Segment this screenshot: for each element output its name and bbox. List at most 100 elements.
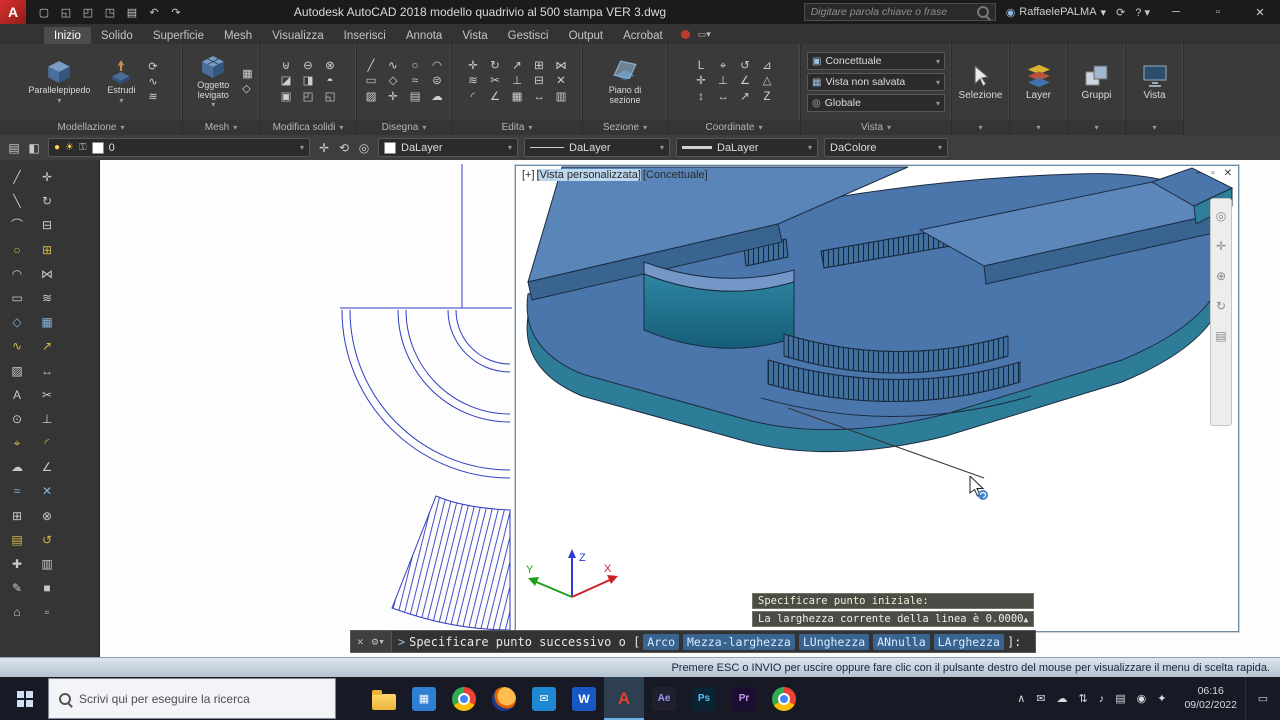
ucs-y-icon[interactable]: ↕ <box>694 91 709 104</box>
premiere-icon[interactable]: Pr <box>724 677 764 720</box>
command-option[interactable]: ANnulla <box>873 633 930 650</box>
tray-mail-icon[interactable]: ✉ <box>1036 692 1045 705</box>
ucs-origin-icon[interactable]: ⌖ <box>716 60 731 73</box>
sweep-icon[interactable]: ∿ <box>148 76 157 88</box>
polyline-tool-icon[interactable]: ∿ <box>8 337 26 355</box>
hatch-icon[interactable]: ▨ <box>364 91 379 104</box>
interference-icon[interactable]: ◱ <box>323 91 338 104</box>
user-menu[interactable]: ◉ RaffaelePALMA ▾ <box>1006 6 1106 19</box>
color-combo[interactable]: DaLayer ▾ <box>378 138 518 157</box>
extend-icon[interactable]: ⊥ <box>510 76 525 88</box>
command-close-icon[interactable]: ✕ <box>357 635 364 648</box>
point-tool-icon[interactable]: ⌖ <box>8 434 26 452</box>
plotstyle-combo[interactable]: DaColore ▾ <box>824 138 948 157</box>
block-tool-icon[interactable]: ⌂ <box>8 603 26 621</box>
scale-tool-icon[interactable]: ↗ <box>38 337 56 355</box>
viewport-plus-control[interactable]: [+] <box>522 169 535 181</box>
ucs-object-icon[interactable]: ∠ <box>738 76 753 88</box>
viewport-style-control[interactable]: [Concettuale] <box>643 169 708 181</box>
union-icon[interactable]: ⊎ <box>279 60 294 73</box>
browser-icon[interactable] <box>764 677 804 720</box>
visual-style-select[interactable]: ▣ Concettuale ▾ <box>807 52 945 70</box>
record-icon[interactable] <box>680 29 690 39</box>
panel-title-coordinate[interactable]: Coordinate ▾ <box>668 120 800 135</box>
revcloud-tool-icon[interactable]: ☁ <box>8 458 26 476</box>
copy-icon[interactable]: ⊞ <box>532 60 547 73</box>
pan-icon[interactable]: ✛ <box>1216 239 1226 253</box>
rectangle-tool-icon[interactable]: ▭ <box>8 289 26 307</box>
panel-title-sezione[interactable]: Sezione ▾ <box>583 120 667 135</box>
join-tool-icon[interactable]: ▥ <box>38 555 56 573</box>
drawing-canvas[interactable]: [+] [Vista personalizzata] [Concettuale]… <box>100 160 1280 657</box>
minimize-button[interactable]: ─ <box>1160 6 1192 18</box>
thicken-icon[interactable]: ◨ <box>301 76 316 88</box>
undo-icon[interactable]: ↶ <box>144 6 164 19</box>
box-button[interactable]: Parallelepipedo ▾ <box>24 59 94 105</box>
arc-icon[interactable]: ◠ <box>430 60 445 73</box>
donut-tool-icon[interactable]: ⊙ <box>8 410 26 428</box>
lineweight-combo[interactable]: DaLayer ▾ <box>676 138 818 157</box>
table-tool-icon[interactable]: ⊞ <box>8 507 26 525</box>
ucs-face-icon[interactable]: △ <box>760 76 775 88</box>
polygon-tool-icon[interactable]: ◇ <box>8 313 26 331</box>
layer-properties-icon[interactable]: ▤ <box>6 141 22 155</box>
maximize-button[interactable]: ▫ <box>1202 6 1234 18</box>
scale-icon[interactable]: ↗ <box>510 60 525 73</box>
fillet-tool-icon[interactable]: ◜ <box>38 434 56 452</box>
close-button[interactable]: ✕ <box>1244 6 1276 19</box>
tab-vista[interactable]: Vista <box>452 27 497 44</box>
intersect-icon[interactable]: ⊗ <box>323 60 338 73</box>
command-option[interactable]: Arco <box>643 633 679 650</box>
copy-tool-icon[interactable]: ⊞ <box>38 241 56 259</box>
panel-title-vista[interactable]: Vista ▾ <box>801 120 951 135</box>
monitor-icon[interactable] <box>1142 64 1168 88</box>
offset-tool-icon[interactable]: ≋ <box>38 289 56 307</box>
tab-inserisci[interactable]: Inserisci <box>334 27 396 44</box>
view-select[interactable]: ▦ Vista non salvata ▾ <box>807 73 945 91</box>
text-tool-icon[interactable]: A <box>8 386 26 404</box>
tab-visualizza[interactable]: Visualizza <box>262 27 334 44</box>
chamfer-tool-icon[interactable]: ∠ <box>38 458 56 476</box>
tab-output[interactable]: Output <box>559 27 614 44</box>
circle-tool-icon[interactable]: ○ <box>8 241 26 259</box>
orbit-icon[interactable]: ↻ <box>1216 299 1226 313</box>
tab-acrobat[interactable]: Acrobat <box>613 27 673 44</box>
tray-expand-icon[interactable]: ∧ <box>1017 692 1025 705</box>
help-menu[interactable]: ? ▾ <box>1135 6 1150 19</box>
command-option[interactable]: LArghezza <box>933 633 1004 650</box>
ucs-icon[interactable]: L <box>694 60 709 73</box>
trim-tool-icon[interactable]: ✂ <box>38 386 56 404</box>
circle-icon[interactable]: ○ <box>408 60 423 73</box>
group-icon[interactable] <box>1084 64 1110 88</box>
mesh-refine-icon[interactable]: ▦ <box>242 69 252 80</box>
onedrive-icon[interactable]: ☁ <box>1056 692 1067 705</box>
notification-center-icon[interactable]: ▭ <box>1245 677 1280 720</box>
ucs-previous-icon[interactable]: ↺ <box>738 60 753 73</box>
revision-cloud-icon[interactable]: ☁ <box>430 91 445 104</box>
task-view-icon[interactable]: ▤ <box>1115 692 1125 705</box>
tab-inizio[interactable]: Inizio <box>44 27 91 44</box>
isolate-layer-icon[interactable]: ◎ <box>356 141 372 155</box>
layers-icon[interactable] <box>1026 64 1052 88</box>
firefox-icon[interactable] <box>484 677 524 720</box>
ucs-world-icon[interactable]: ✛ <box>694 76 709 88</box>
smooth-object-button[interactable]: Oggetto levigato ▾ <box>189 54 237 109</box>
extract-edges-icon[interactable]: ◰ <box>301 91 316 104</box>
fillet-icon[interactable]: ◜ <box>466 91 481 104</box>
command-customize-icon[interactable]: ⚙▾ <box>372 635 385 648</box>
subtract-icon[interactable]: ⊖ <box>301 60 316 73</box>
viewport-view-control[interactable]: [Vista personalizzata] <box>536 169 641 181</box>
saveas-icon[interactable]: ◳ <box>100 6 120 19</box>
qnew-icon[interactable]: ▢ <box>34 6 54 19</box>
tab-mesh[interactable]: Mesh <box>214 27 262 44</box>
extend-tool-icon[interactable]: ⊥ <box>38 410 56 428</box>
tab-annota[interactable]: Annota <box>396 27 452 44</box>
polyline-icon[interactable]: ∿ <box>386 60 401 73</box>
a360-sync-icon[interactable]: ⟳ <box>1116 6 1125 19</box>
help-search-field[interactable]: Digitare parola chiave o frase <box>803 3 996 21</box>
volume-icon[interactable]: ♪ <box>1099 693 1105 705</box>
revolve-icon[interactable]: ⟳ <box>148 61 157 73</box>
mesh-edit-icon[interactable]: ◇ <box>242 84 252 95</box>
array-icon[interactable]: ▦ <box>510 91 525 104</box>
ucs-x-icon[interactable]: ↔ <box>716 91 731 104</box>
